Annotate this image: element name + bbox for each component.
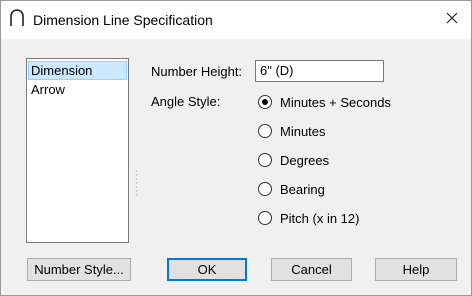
number-height-label: Number Height: [151, 64, 243, 79]
radio-minutes-seconds[interactable]: Minutes + Seconds [258, 93, 391, 111]
dialog-window: Dimension Line Specification Dimension A… [0, 0, 472, 296]
help-button[interactable]: Help [375, 258, 457, 281]
radio-button[interactable] [258, 124, 272, 138]
radio-label: Bearing [280, 181, 325, 197]
cancel-button[interactable]: Cancel [271, 258, 352, 281]
list-item-arrow[interactable]: Arrow [28, 80, 127, 99]
radio-label: Pitch (x in 12) [280, 210, 360, 226]
list-item-dimension[interactable]: Dimension [28, 61, 127, 80]
title-bar[interactable]: Dimension Line Specification [1, 1, 471, 39]
window-title: Dimension Line Specification [33, 12, 213, 28]
radio-label: Minutes + Seconds [280, 94, 391, 110]
ok-button[interactable]: OK [167, 258, 247, 281]
close-icon [446, 12, 458, 27]
radio-button[interactable] [258, 95, 272, 109]
radio-pitch[interactable]: Pitch (x in 12) [258, 209, 359, 227]
number-style-button[interactable]: Number Style... [27, 258, 131, 281]
close-button[interactable] [439, 7, 465, 31]
angle-style-label: Angle Style: [151, 94, 221, 109]
dimension-arc-icon [9, 9, 25, 27]
radio-minutes[interactable]: Minutes [258, 122, 326, 140]
radio-button[interactable] [258, 182, 272, 196]
radio-button[interactable] [258, 211, 272, 225]
radio-degrees[interactable]: Degrees [258, 151, 329, 169]
number-height-input[interactable]: 6" (D) [255, 60, 384, 82]
radio-label: Minutes [280, 123, 326, 139]
radio-button[interactable] [258, 153, 272, 167]
radio-label: Degrees [280, 152, 330, 168]
category-list: Dimension Arrow [26, 58, 129, 243]
radio-bearing[interactable]: Bearing [258, 180, 325, 198]
splitter-grip[interactable] [135, 169, 138, 197]
